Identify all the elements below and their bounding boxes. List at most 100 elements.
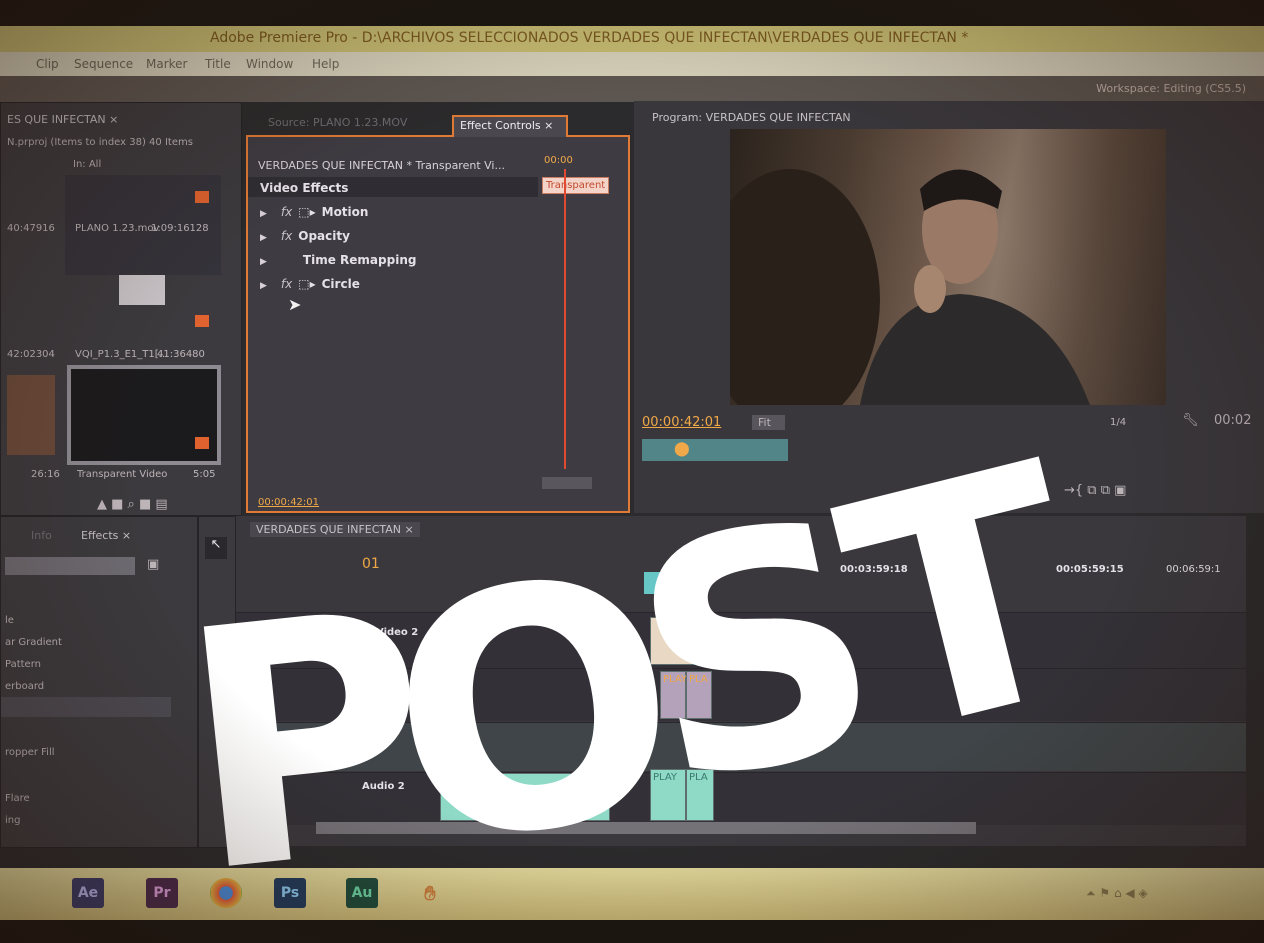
menu-clip[interactable]: Clip <box>36 57 59 71</box>
screen: Adobe Premiere Pro - D:\ARCHIVOS SELECCI… <box>0 0 1264 943</box>
track-label: Audio 2 <box>362 781 405 792</box>
timeline-clip[interactable]: PLAY <box>660 671 687 719</box>
menu-marker[interactable]: Marker <box>146 57 187 71</box>
ec-clip-label: VERDADES QUE INFECTAN * Transparent Vi..… <box>258 159 505 172</box>
project-thumb-2[interactable] <box>7 375 55 455</box>
playhead-marker-icon[interactable]: ⬤ <box>674 441 690 457</box>
timeline-audio-clip[interactable] <box>488 773 610 821</box>
expand-triangle-icon[interactable]: ▶ <box>260 257 267 267</box>
effect-time-remapping[interactable]: ▶ Time Remapping <box>260 253 416 267</box>
effects-tab[interactable]: Effects × <box>81 529 131 542</box>
track-video-1[interactable]: Video 1 PLAY PLA <box>236 668 1246 721</box>
after-effects-icon[interactable]: Ae <box>72 878 104 908</box>
audio-waveform-thumb[interactable] <box>119 275 165 305</box>
clip-badge-icon <box>195 315 209 327</box>
timeline-tab[interactable]: VERDADES QUE INFECTAN × <box>250 522 420 537</box>
timeline-scrollbar[interactable] <box>316 822 976 834</box>
program-zoom-select[interactable]: Fit <box>752 415 785 430</box>
timeline-panel: VERDADES QUE INFECTAN × 01 00:03:59:18 0… <box>236 516 1246 846</box>
item-1-duration: 1:09:16128 <box>151 223 209 234</box>
ec-scrollbar[interactable] <box>542 477 592 489</box>
track-audio-2[interactable]: Audio 2 PLAY PLA <box>236 769 1246 825</box>
effect-controls-tab[interactable]: Effect Controls × <box>460 119 553 132</box>
ec-time-top: 00:00 <box>544 155 573 166</box>
program-resolution[interactable]: 1/4 <box>1110 417 1126 428</box>
fx-icon[interactable]: fx <box>281 229 292 243</box>
selection-tool-icon[interactable]: ↖ <box>205 537 227 559</box>
track-label: Audio 1 <box>346 733 389 744</box>
source-tab[interactable]: Source: PLANO 1.23.MOV <box>268 116 407 129</box>
item-3-left: 26:16 <box>31 469 60 480</box>
effects-item[interactable]: ing <box>5 815 20 826</box>
program-transport-icons[interactable]: →{ ⧉ ⧉ ▣ <box>1064 483 1126 498</box>
title-bar: Adobe Premiere Pro - D:\ARCHIVOS SELECCI… <box>0 26 1264 52</box>
effects-item[interactable]: le <box>5 615 14 626</box>
track-label: Video 1 <box>376 679 419 690</box>
transform-icon: ⬚▸ <box>298 277 316 291</box>
mouse-cursor-icon: ➤ <box>288 295 302 314</box>
effects-item[interactable]: erboard <box>5 681 44 692</box>
project-info: N.prproj (Items to index 38) 40 Items <box>7 137 193 148</box>
expand-triangle-icon[interactable]: ▶ <box>260 233 267 243</box>
app-glove-icon[interactable]: ✋︎ <box>414 878 446 908</box>
track-label: Video 2 <box>376 627 419 638</box>
timeline-audio-clip[interactable] <box>440 773 476 821</box>
effects-item-selected[interactable] <box>1 697 171 717</box>
video-effects-heading: Video Effects <box>260 181 349 195</box>
program-video-frame <box>730 129 1166 405</box>
project-toolbar-icons[interactable]: ▲ ■ ⌕ ■ ▤ <box>97 497 168 512</box>
premiere-icon[interactable]: Pr <box>146 878 178 908</box>
window-title: Adobe Premiere Pro - D:\ARCHIVOS SELECCI… <box>210 30 969 46</box>
man-hand <box>914 265 946 313</box>
menu-title[interactable]: Title <box>205 57 231 71</box>
expand-triangle-icon[interactable]: ▶ <box>260 281 267 291</box>
effects-item[interactable]: Pattern <box>5 659 41 670</box>
effect-circle[interactable]: ▶ fx ⬚▸ Circle <box>260 277 360 291</box>
item-2-name[interactable]: VQI_P1.3_E1_T1[... <box>75 349 168 360</box>
clip-badge-icon <box>195 191 209 203</box>
info-tab[interactable]: Info <box>31 529 52 542</box>
timeline-clip[interactable] <box>650 617 712 665</box>
timeline-audio-clip[interactable]: PLAY <box>650 769 686 821</box>
ruler-label: 00:03:59:18 <box>840 564 908 575</box>
ec-playhead[interactable] <box>564 169 566 469</box>
project-tab[interactable]: ES QUE INFECTAN × <box>7 113 118 126</box>
menu-sequence[interactable]: Sequence <box>74 57 133 71</box>
timeline-timecode[interactable]: 01 <box>362 556 380 572</box>
effects-item[interactable]: ropper Fill <box>5 747 55 758</box>
timeline-work-area[interactable] <box>644 572 674 594</box>
workspace-bar: Workspace: Editing (CS5.5) <box>0 76 1264 102</box>
audition-icon[interactable]: Au <box>346 878 378 908</box>
blurred-foreground-head <box>730 169 880 405</box>
effects-item[interactable]: ar Gradient <box>5 637 62 648</box>
project-in-filter[interactable]: In: All <box>73 159 101 170</box>
chrome-icon[interactable] <box>210 878 242 908</box>
program-timecode[interactable]: 00:00:42:01 <box>642 415 721 430</box>
effects-item[interactable]: Flare <box>5 793 30 804</box>
program-tab[interactable]: Program: VERDADES QUE INFECTAN <box>652 111 851 124</box>
workspace-label[interactable]: Workspace: Editing (CS5.5) <box>1096 82 1246 95</box>
timeline-clip[interactable]: PLA <box>686 671 712 719</box>
item-2-duration: 41:36480 <box>157 349 205 360</box>
menu-help[interactable]: Help <box>312 57 339 71</box>
timeline-audio-clip[interactable]: PLA <box>686 769 714 821</box>
wrench-icon[interactable]: 🔧︎ <box>1182 413 1199 428</box>
ec-timecode[interactable]: 00:00:42:01 <box>258 497 319 508</box>
effect-motion[interactable]: ▶ fx ⬚▸ Motion <box>260 205 368 219</box>
program-zoom-bar[interactable] <box>642 439 788 461</box>
expand-triangle-icon[interactable]: ▶ <box>260 209 267 219</box>
video-frame-figures <box>730 169 1090 405</box>
fx-icon[interactable]: fx <box>281 205 292 219</box>
effect-opacity[interactable]: ▶ fx Opacity <box>260 229 350 243</box>
system-tray-icons[interactable]: ⏶ ⚑ ⌂ ◀ ◈ <box>1086 886 1148 901</box>
fx-icon[interactable]: fx <box>281 277 292 291</box>
track-video-2[interactable]: Video 2 <box>236 612 1246 669</box>
menu-window[interactable]: Window <box>246 57 293 71</box>
item-3-name[interactable]: Transparent Video <box>77 469 167 480</box>
project-thumb-transparent[interactable] <box>67 365 221 465</box>
track-audio-1[interactable]: Audio 1 <box>236 722 1246 771</box>
photoshop-icon[interactable]: Ps <box>274 878 306 908</box>
effects-search-input[interactable] <box>5 557 135 575</box>
new-bin-icon[interactable]: ▣ <box>147 557 159 572</box>
item-1-name[interactable]: PLANO 1.23.mov <box>75 223 159 234</box>
